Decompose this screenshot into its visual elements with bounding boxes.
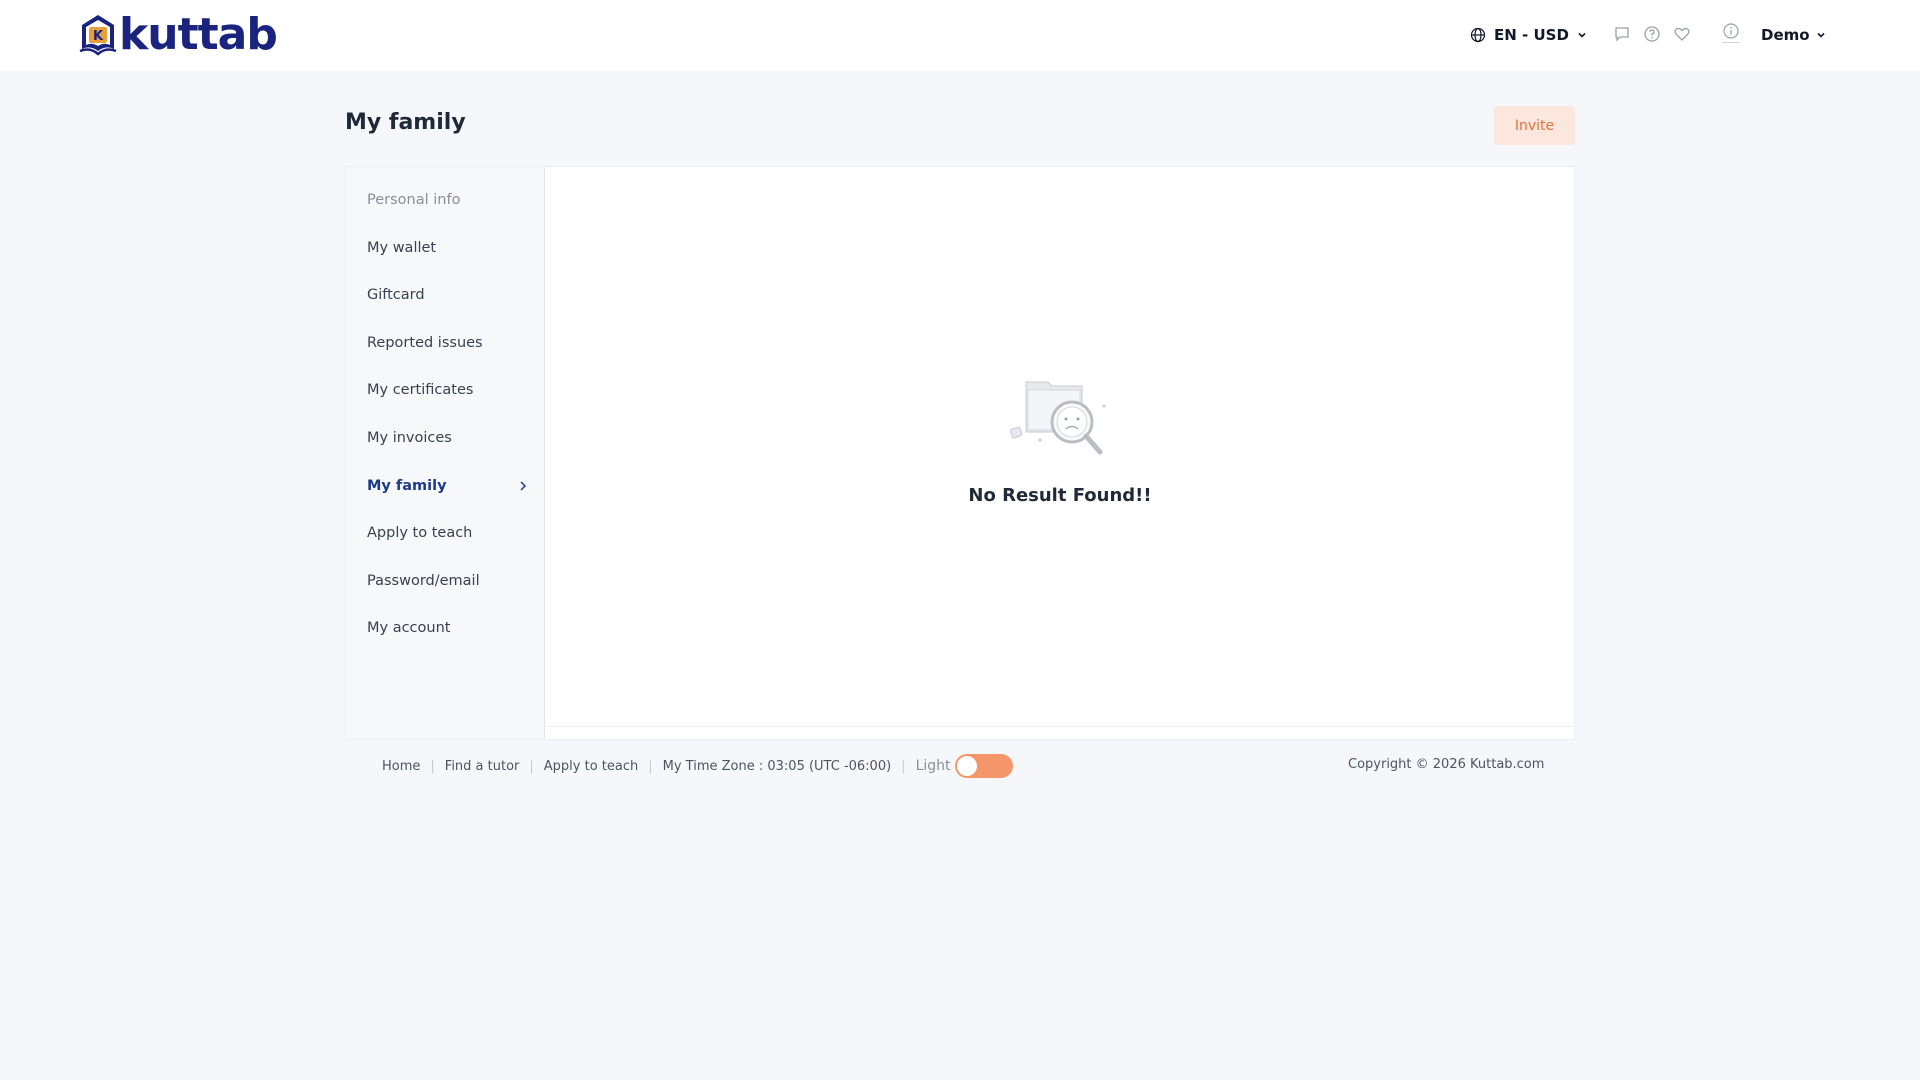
sidebar-item-label: Password/email	[367, 573, 480, 589]
language-label: EN - USD	[1494, 26, 1569, 44]
footer-links: Home | Find a tutor | Apply to teach | M…	[382, 753, 1013, 779]
footer-link-find-a-tutor[interactable]: Find a tutor	[445, 759, 520, 774]
sidebar-item-my-account[interactable]: My account	[367, 616, 537, 640]
sidebar-item-label: Giftcard	[367, 287, 425, 303]
chat-icon[interactable]	[1613, 25, 1631, 43]
sidebar-item-apply-to-teach[interactable]: Apply to teach	[367, 521, 537, 545]
settings-card: Personal info My wallet Giftcard Reporte…	[345, 166, 1575, 740]
sidebar-item-label: My certificates	[367, 382, 474, 398]
chevron-right-icon	[520, 481, 527, 491]
sidebar-item-my-family[interactable]: My family	[367, 474, 537, 498]
footer-separator: |	[430, 758, 435, 774]
language-currency-selector[interactable]: EN - USD	[1470, 24, 1587, 46]
sidebar-item-label: Reported issues	[367, 335, 483, 351]
invite-button[interactable]: Invite	[1494, 106, 1575, 145]
page-title: My family	[345, 110, 466, 135]
help-icon[interactable]	[1643, 25, 1661, 43]
logo-letter: K	[93, 29, 104, 44]
toggle-knob	[956, 756, 977, 776]
info-icon[interactable]	[1721, 22, 1741, 44]
family-content-panel: No Result Found!!	[546, 167, 1574, 727]
footer-separator: |	[648, 758, 653, 774]
chevron-down-icon	[1816, 32, 1825, 38]
sidebar-item-reported-issues[interactable]: Reported issues	[367, 331, 537, 355]
user-menu[interactable]: Demo	[1761, 24, 1826, 46]
sidebar-item-label: My invoices	[367, 430, 452, 446]
no-results-illustration-icon	[1009, 381, 1106, 455]
sidebar-item-label: My account	[367, 620, 451, 636]
user-name: Demo	[1761, 26, 1810, 44]
copyright-text: Copyright © 2026 Kuttab.com	[1348, 757, 1545, 772]
theme-toggle[interactable]	[954, 754, 1013, 778]
footer-separator: |	[529, 758, 534, 774]
sidebar-item-my-certificates[interactable]: My certificates	[367, 378, 537, 402]
footer-separator: |	[901, 758, 906, 774]
sidebar-item-label: My wallet	[367, 240, 437, 256]
footer-link-apply-to-teach[interactable]: Apply to teach	[544, 759, 638, 774]
settings-sidebar: Personal info My wallet Giftcard Reporte…	[346, 167, 545, 739]
sidebar-item-my-invoices[interactable]: My invoices	[367, 426, 537, 450]
empty-state-message: No Result Found!!	[968, 485, 1152, 506]
logo-book-icon: K	[79, 15, 117, 56]
logo-text: kuttab	[119, 9, 278, 60]
sidebar-item-password-email[interactable]: Password/email	[367, 569, 537, 593]
sidebar-item-label: Apply to teach	[367, 525, 473, 541]
sidebar-item-label: My family	[367, 478, 447, 494]
sidebar-item-giftcard[interactable]: Giftcard	[367, 283, 537, 307]
top-header: K kuttab EN - USD Demo	[0, 0, 1920, 71]
sidebar-item-label: Personal info	[367, 192, 461, 208]
kuttab-logo[interactable]: K kuttab	[78, 9, 278, 60]
theme-label: Light	[915, 758, 951, 774]
chevron-down-icon	[1578, 32, 1586, 38]
footer-link-home[interactable]: Home	[382, 759, 420, 774]
timezone-info: My Time Zone : 03:05 (UTC -06:00)	[662, 758, 892, 774]
globe-icon	[1470, 27, 1486, 43]
sidebar-item-personal-info[interactable]: Personal info	[367, 188, 537, 212]
heart-icon[interactable]	[1673, 25, 1691, 43]
sidebar-item-my-wallet[interactable]: My wallet	[367, 236, 537, 260]
